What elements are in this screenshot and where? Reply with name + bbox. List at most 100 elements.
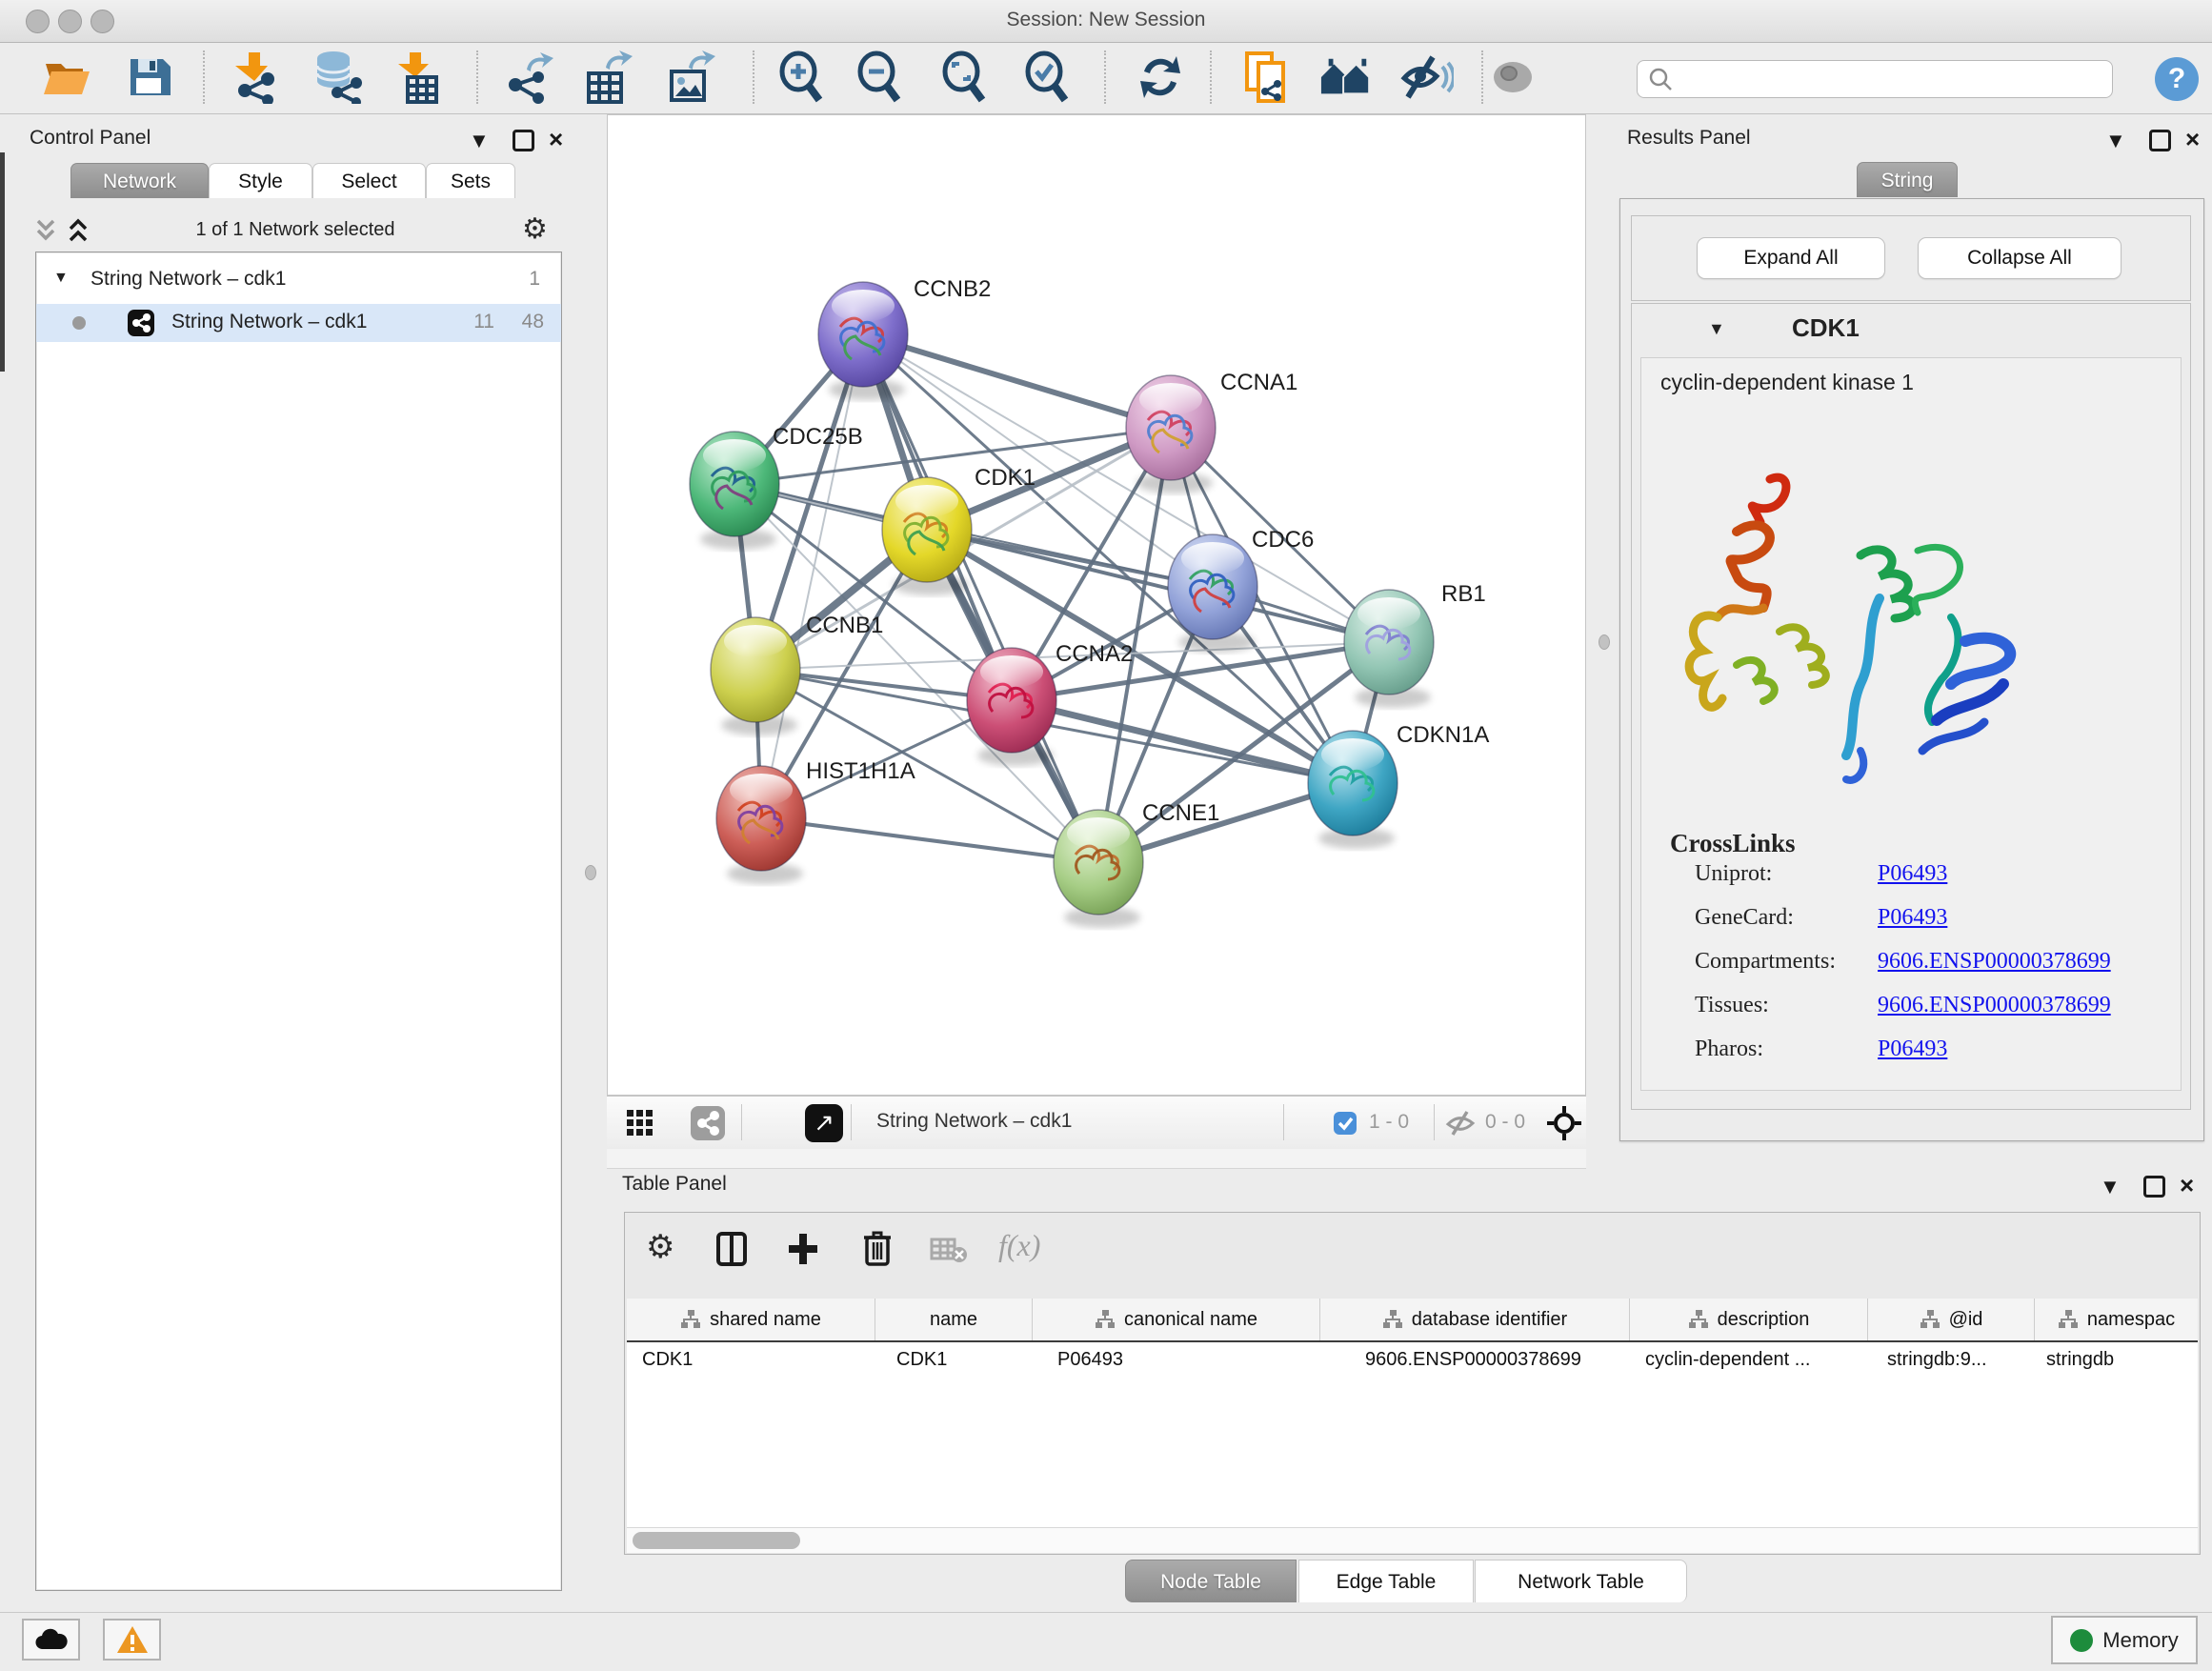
zoom-out-button[interactable] — [854, 49, 907, 106]
control-panel-close-button[interactable]: × — [549, 129, 563, 150]
refresh-button[interactable] — [1134, 49, 1187, 106]
gene-collapse-caret[interactable]: ▼ — [1708, 319, 1725, 339]
search-input[interactable] — [1637, 60, 2113, 98]
results-panel-float-button[interactable] — [2149, 130, 2171, 151]
tab-network[interactable]: Network — [70, 163, 209, 198]
warnings-button[interactable] — [103, 1619, 161, 1661]
function-builder-button[interactable]: f(x) — [998, 1228, 1040, 1263]
column-header[interactable]: shared name — [627, 1299, 875, 1340]
export-network-button[interactable] — [501, 49, 554, 106]
grid-view-button[interactable] — [626, 1109, 654, 1142]
import-network-database-button[interactable] — [311, 49, 364, 106]
results-panel-close-button[interactable]: × — [2185, 129, 2200, 150]
first-neighbors-button[interactable] — [1319, 49, 1373, 106]
crosslink-value[interactable]: P06493 — [1878, 1037, 1947, 1061]
crosslink-value[interactable]: 9606.ENSP00000378699 — [1878, 949, 2111, 974]
cell-namespace[interactable]: stringdb — [2035, 1342, 2198, 1377]
table-horizontal-scrollbar[interactable] — [627, 1527, 2198, 1553]
network-row[interactable]: String Network – cdk1 11 48 — [36, 304, 561, 342]
import-network-file-button[interactable] — [228, 49, 281, 106]
graph-node-CCNB2[interactable] — [818, 282, 908, 387]
collection-expand-caret[interactable]: ▼ — [53, 270, 69, 287]
cell-canonical-name[interactable]: P06493 — [1033, 1342, 1320, 1377]
save-session-button[interactable] — [122, 49, 175, 106]
tab-style[interactable]: Style — [209, 163, 312, 198]
graph-node-CDC25B[interactable] — [690, 432, 779, 536]
control-panel-float-button[interactable] — [513, 130, 534, 151]
tab-edge-table[interactable]: Edge Table — [1298, 1560, 1474, 1602]
network-collection-row[interactable]: ▼ String Network – cdk1 1 — [36, 264, 561, 298]
graph-node-RB1[interactable] — [1344, 590, 1434, 695]
table-panel-close-button[interactable]: × — [2180, 1175, 2194, 1196]
delete-column-button[interactable] — [863, 1230, 892, 1271]
column-header[interactable]: name — [875, 1299, 1033, 1340]
graph-node-CCNA1[interactable] — [1126, 375, 1216, 480]
results-panel-menu-button[interactable]: ▼ — [2105, 131, 2126, 151]
detach-view-button[interactable]: ↗ — [805, 1104, 843, 1142]
network-selected-status: 1 of 1 Network selected — [114, 219, 476, 241]
tab-string[interactable]: String — [1857, 162, 1958, 197]
graph-node-CCNE1[interactable] — [1054, 810, 1143, 915]
memory-button[interactable]: Memory — [2051, 1616, 2198, 1664]
table-panel-menu-button[interactable]: ▼ — [2100, 1177, 2121, 1198]
delete-table-button[interactable] — [930, 1238, 968, 1269]
graph-node-HIST1H1A[interactable] — [716, 766, 806, 871]
collapse-all-button[interactable]: Collapse All — [1918, 237, 2122, 279]
expand-all-button[interactable]: Expand All — [1697, 237, 1885, 279]
tab-network-table[interactable]: Network Table — [1475, 1560, 1687, 1602]
network-canvas[interactable]: CCNB2CCNA1CDC25BCDK1CDC6RB1CCNB1CCNA2CDK… — [607, 114, 1586, 1096]
column-header[interactable]: namespac — [2035, 1299, 2198, 1340]
table-row[interactable]: CDK1 CDK1 P06493 9606.ENSP00000378699 cy… — [627, 1342, 2198, 1377]
cell-shared-name[interactable]: CDK1 — [627, 1342, 875, 1377]
zoom-fit-button[interactable] — [938, 49, 992, 106]
hide-selected-button[interactable] — [1400, 49, 1454, 106]
table-columns-button[interactable] — [716, 1232, 747, 1271]
automation-status-button[interactable] — [22, 1619, 80, 1661]
column-header[interactable]: database identifier — [1320, 1299, 1630, 1340]
tab-select[interactable]: Select — [312, 163, 426, 198]
zoom-fit-icon — [940, 50, 990, 104]
table-options-gear-icon[interactable]: ⚙ — [646, 1228, 674, 1266]
zoom-selected-button[interactable] — [1021, 49, 1075, 106]
expand-all-networks-button[interactable] — [32, 217, 59, 249]
import-table-button[interactable] — [391, 49, 444, 106]
graph-node-CDC6[interactable] — [1168, 534, 1257, 639]
control-panel-menu-button[interactable]: ▼ — [469, 131, 490, 151]
open-session-button[interactable] — [40, 49, 93, 106]
column-header[interactable]: @id — [1868, 1299, 2035, 1340]
zoom-in-button[interactable] — [775, 49, 829, 106]
selected-checkbox[interactable] — [1333, 1111, 1357, 1140]
column-header[interactable]: description — [1630, 1299, 1868, 1340]
export-table-button[interactable] — [581, 49, 634, 106]
show-all-button[interactable] — [1486, 49, 1539, 106]
double-chevron-down-icon — [32, 217, 59, 244]
crosslink-value[interactable]: P06493 — [1878, 905, 1947, 930]
tab-sets[interactable]: Sets — [426, 163, 515, 198]
shared-column-icon — [2058, 1309, 2079, 1330]
scrollbar-thumb[interactable] — [633, 1532, 800, 1549]
graph-node-CDK1[interactable] — [882, 477, 972, 582]
left-splitter-handle[interactable] — [585, 865, 596, 880]
cell-id[interactable]: stringdb:9... — [1868, 1342, 2035, 1377]
clone-network-button[interactable] — [1239, 49, 1293, 106]
crosslink-value[interactable]: P06493 — [1878, 861, 1947, 886]
network-options-gear-icon[interactable]: ⚙ — [522, 212, 548, 246]
add-column-button[interactable] — [787, 1232, 819, 1271]
column-header[interactable]: canonical name — [1033, 1299, 1320, 1340]
network-view-share-button[interactable] — [691, 1106, 725, 1140]
cell-name[interactable]: CDK1 — [875, 1342, 1033, 1377]
help-button[interactable]: ? — [2155, 57, 2199, 101]
collapse-all-networks-button[interactable] — [65, 217, 91, 249]
table-panel-float-button[interactable] — [2143, 1176, 2165, 1198]
crosslink-value[interactable]: 9606.ENSP00000378699 — [1878, 993, 2111, 1017]
bird-eye-toggle-button[interactable] — [1545, 1104, 1583, 1147]
graph-node-CCNB1[interactable] — [711, 617, 800, 722]
export-image-button[interactable] — [665, 49, 718, 106]
hidden-indicator[interactable] — [1445, 1110, 1476, 1141]
network-table-splitter[interactable] — [607, 1149, 1586, 1169]
cell-database-identifier[interactable]: 9606.ENSP00000378699 — [1320, 1342, 1630, 1377]
graph-node-CCNA2[interactable] — [967, 648, 1056, 753]
cell-description[interactable]: cyclin-dependent ... — [1630, 1342, 1868, 1377]
graph-node-CDKN1A[interactable] — [1308, 731, 1398, 836]
tab-node-table[interactable]: Node Table — [1125, 1560, 1297, 1602]
